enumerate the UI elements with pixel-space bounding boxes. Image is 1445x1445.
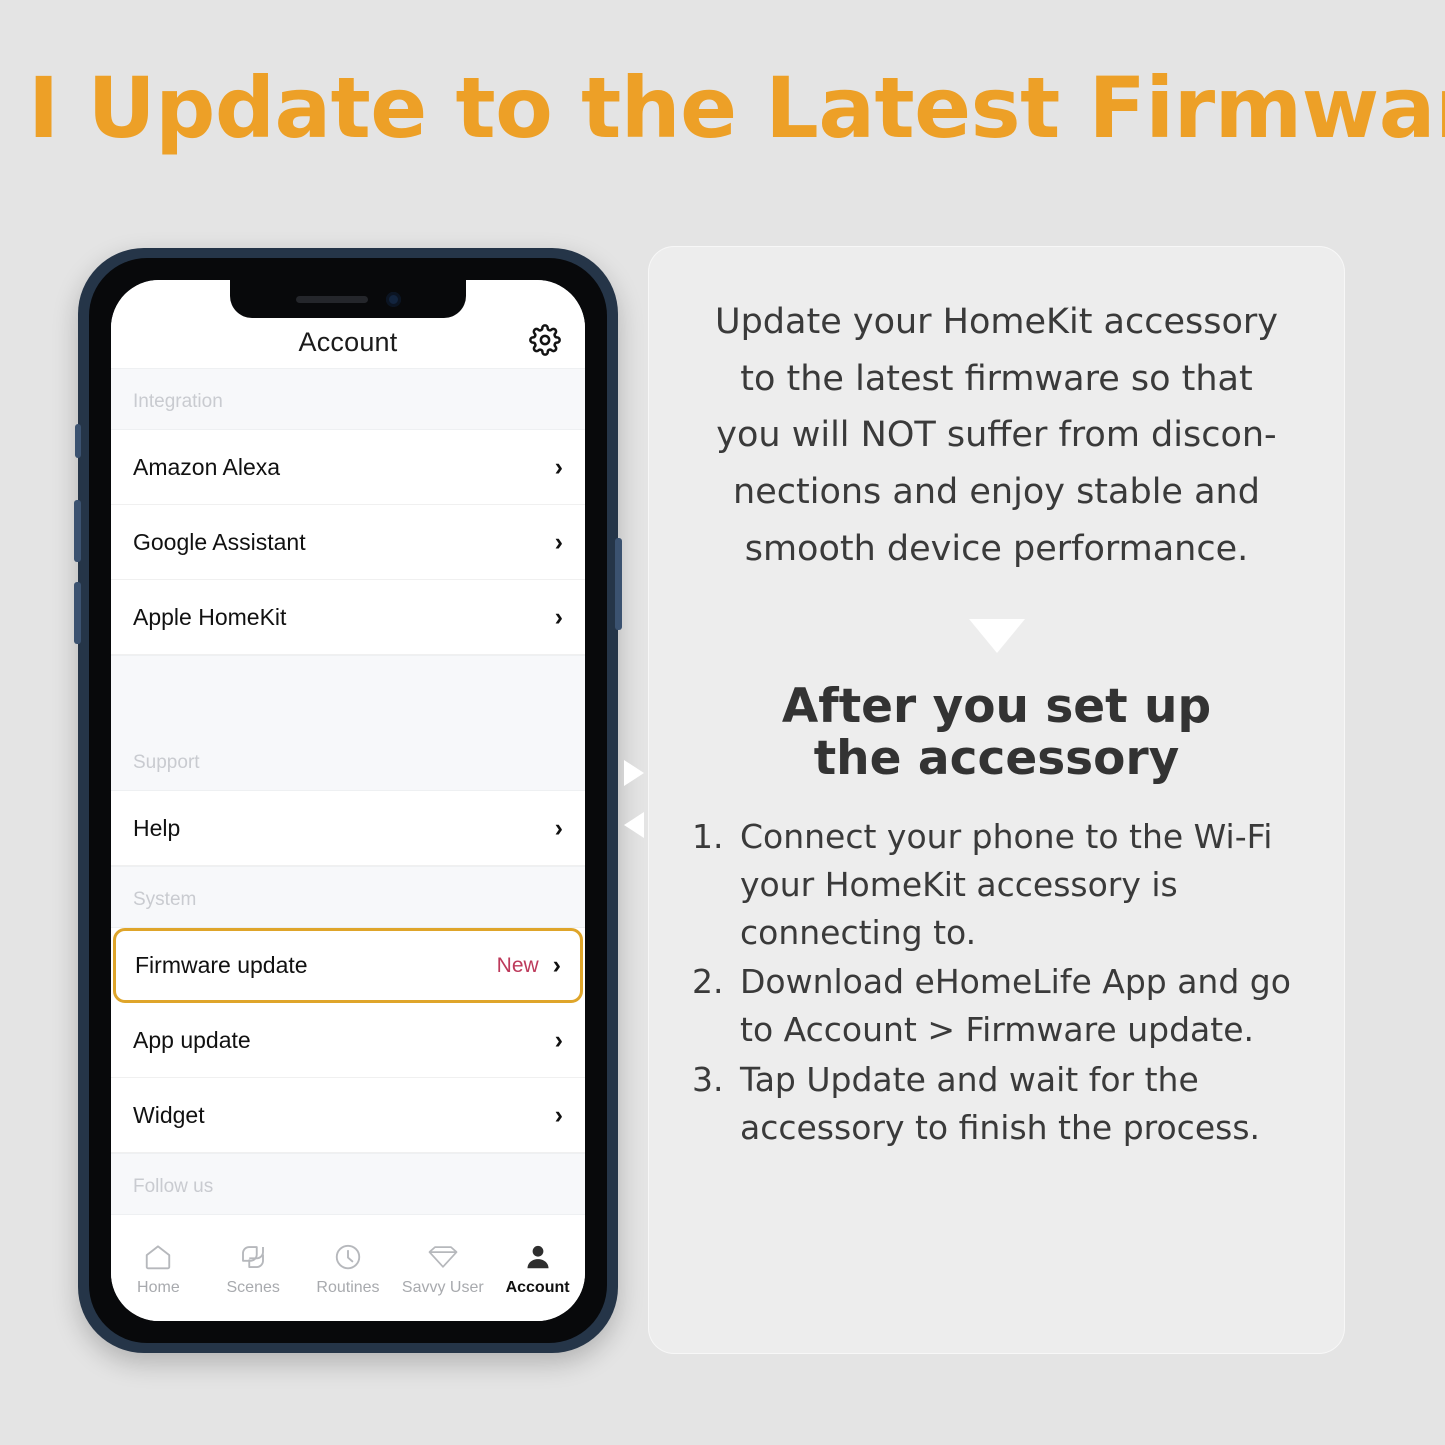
tab-label: Home [137, 1279, 180, 1296]
phone-notch [230, 280, 466, 318]
chevron-right-icon: › [554, 602, 563, 631]
tab-label: Savvy User [401, 1279, 484, 1296]
person-icon [523, 1241, 553, 1273]
section-heading: Integration [111, 368, 585, 430]
tab-account[interactable]: Account [490, 1241, 585, 1297]
panel-intro-line: nections and enjoy stable and [733, 472, 1260, 513]
phone-screen: Account Integration Amazon Alexa › Google A… [111, 280, 585, 1321]
diamond-icon [427, 1241, 459, 1273]
list-item-accessory: › [554, 527, 563, 556]
panel-intro-line: Update your HomeKit accessory [714, 302, 1279, 342]
page-title: I Update to the Latest Firmware [28, 59, 1445, 157]
step-text: Download eHomeLife App and go to Account… [740, 962, 1291, 1050]
panel-heading: After you set up the accessory [680, 681, 1313, 784]
list-item-label: Help [133, 814, 181, 841]
triangle-right-icon [624, 760, 644, 786]
tab-label: Scenes [226, 1279, 280, 1296]
phone-volume-down-button[interactable] [74, 582, 81, 644]
tab-savvy-user[interactable]: Savvy User [395, 1241, 490, 1297]
chevron-right-icon: › [554, 1025, 563, 1054]
step-text: Tap Update and wait for the accessory to… [740, 1060, 1261, 1147]
tab-label: Routines [316, 1279, 380, 1296]
list-item[interactable]: Apple HomeKit › [111, 580, 585, 655]
list-item-label: Firmware update [135, 952, 308, 978]
list-item-accessory: › [554, 602, 563, 631]
front-camera-icon [385, 291, 401, 307]
list-item[interactable]: Firmware update New › [113, 928, 583, 1003]
step-number: 2. [692, 962, 724, 1002]
earpiece-speaker-icon [295, 295, 368, 303]
panel-heading-line: After you set up [781, 679, 1212, 735]
phone-power-button[interactable] [615, 538, 622, 630]
list-item[interactable]: Help › [111, 791, 585, 866]
list-item-accessory: › [554, 813, 563, 842]
phone-mockup: Account Integration Amazon Alexa › Google A… [74, 248, 622, 1353]
tab-home[interactable]: Home [111, 1241, 206, 1297]
list-item[interactable]: App update › [111, 1003, 585, 1078]
panel-intro-line: to the latest firmware so that [740, 358, 1253, 399]
tab-label: Account [505, 1279, 570, 1296]
phone-volume-up-button[interactable] [74, 500, 81, 562]
section-heading: Follow us [111, 1153, 585, 1215]
chevron-right-icon: › [554, 452, 563, 481]
setup-step: 1. Connect your phone to the Wi-Fi your H… [680, 813, 1313, 957]
setup-steps-list: 1. Connect your phone to the Wi-Fi your H… [680, 813, 1313, 1152]
list-item-accessory: › [554, 1100, 563, 1129]
list-item-label: Apple HomeKit [133, 603, 287, 630]
list-item-accessory: › [554, 1025, 563, 1054]
setup-step: 3. Tap Update and wait for the accessory … [680, 1056, 1313, 1152]
list-item-label: Amazon Alexa [133, 453, 281, 480]
bottom-tab-bar[interactable]: Home Scenes Routines Savvy User Account [111, 1235, 585, 1321]
list-item-accessory: › [554, 452, 563, 481]
divider-arrow [680, 619, 1313, 654]
status-badge: New [496, 953, 539, 977]
step-text: Connect your phone to the Wi-Fi your Hom… [740, 816, 1273, 952]
triangle-down-icon [968, 619, 1025, 654]
chevron-right-icon: › [552, 951, 561, 979]
scenes-icon [238, 1241, 268, 1273]
list-item-label: Widget [133, 1101, 205, 1128]
phone-mute-button[interactable] [75, 424, 81, 458]
section-heading: Support [111, 655, 585, 791]
gear-icon [529, 323, 561, 361]
list-item-label: Google Assistant [133, 528, 306, 555]
list-item-accessory: New › [497, 953, 561, 978]
phone-frame: Account Integration Amazon Alexa › Google A… [74, 248, 622, 1353]
panel-heading-line: the accessory [813, 731, 1180, 787]
tab-scenes[interactable]: Scenes [206, 1241, 301, 1297]
list-item[interactable]: Google Assistant › [111, 505, 585, 580]
step-number: 3. [692, 1060, 724, 1100]
step-number: 1. [692, 816, 724, 856]
phone-bezel: Account Integration Amazon Alexa › Google A… [89, 258, 607, 1343]
list-item[interactable]: Widget › [111, 1078, 585, 1153]
triangle-left-icon [624, 812, 644, 838]
page-title-account: Account [298, 327, 398, 357]
tab-routines[interactable]: Routines [301, 1241, 396, 1297]
settings-button[interactable] [527, 323, 563, 361]
list-item[interactable]: Amazon Alexa › [111, 430, 585, 505]
info-panel: Update your HomeKit accessory to the late… [648, 246, 1345, 1354]
panel-intro-text: Update your HomeKit accessory to the late… [680, 294, 1313, 577]
setup-step: 2. Download eHomeLife App and go to Accou… [680, 958, 1313, 1054]
home-icon [143, 1241, 173, 1273]
chevron-right-icon: › [554, 813, 563, 842]
chevron-right-icon: › [554, 1100, 563, 1129]
list-item-label: App update [133, 1026, 251, 1053]
panel-intro-line: you will NOT suffer from discon- [716, 415, 1277, 456]
chevron-right-icon: › [554, 527, 563, 556]
panel-intro-line: smooth device performance. [744, 528, 1249, 569]
section-heading: System [111, 866, 585, 928]
account-settings-list[interactable]: Integration Amazon Alexa › Google Assistant… [111, 368, 585, 1215]
clock-icon [333, 1241, 363, 1273]
panel-connector-arrows [622, 760, 648, 838]
